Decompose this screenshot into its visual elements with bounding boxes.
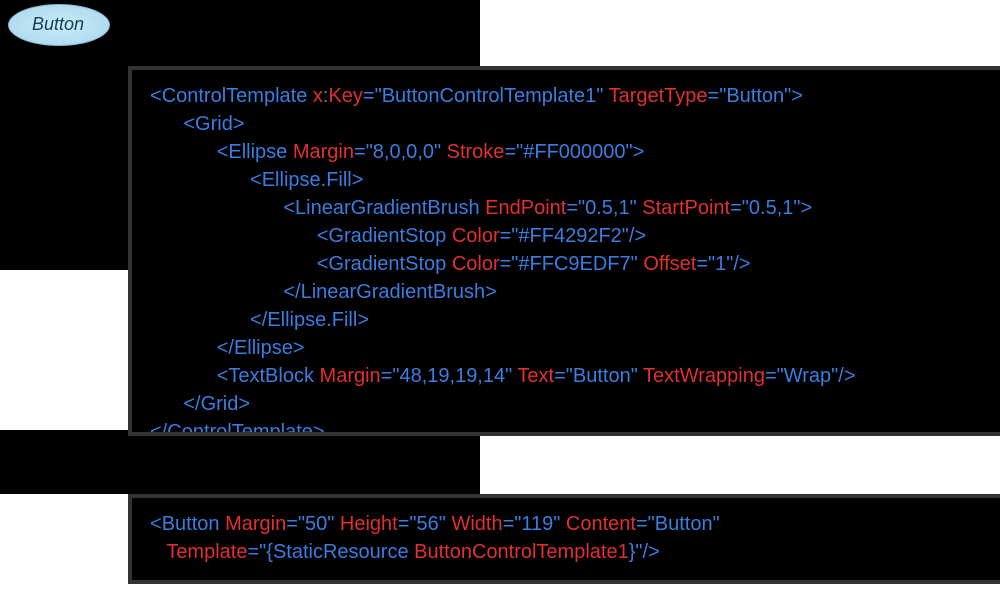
button-label: Button [32, 14, 84, 35]
bg-block-mid [0, 430, 480, 494]
xaml-usage-code: <Button Margin="50" Height="56" Width="1… [128, 494, 1000, 584]
button-preview[interactable]: Button [8, 4, 108, 44]
bg-block-left [0, 44, 132, 270]
xaml-template-code: <ControlTemplate x:Key="ButtonControlTem… [128, 66, 1000, 436]
bg-block-top-mid [112, 0, 480, 68]
